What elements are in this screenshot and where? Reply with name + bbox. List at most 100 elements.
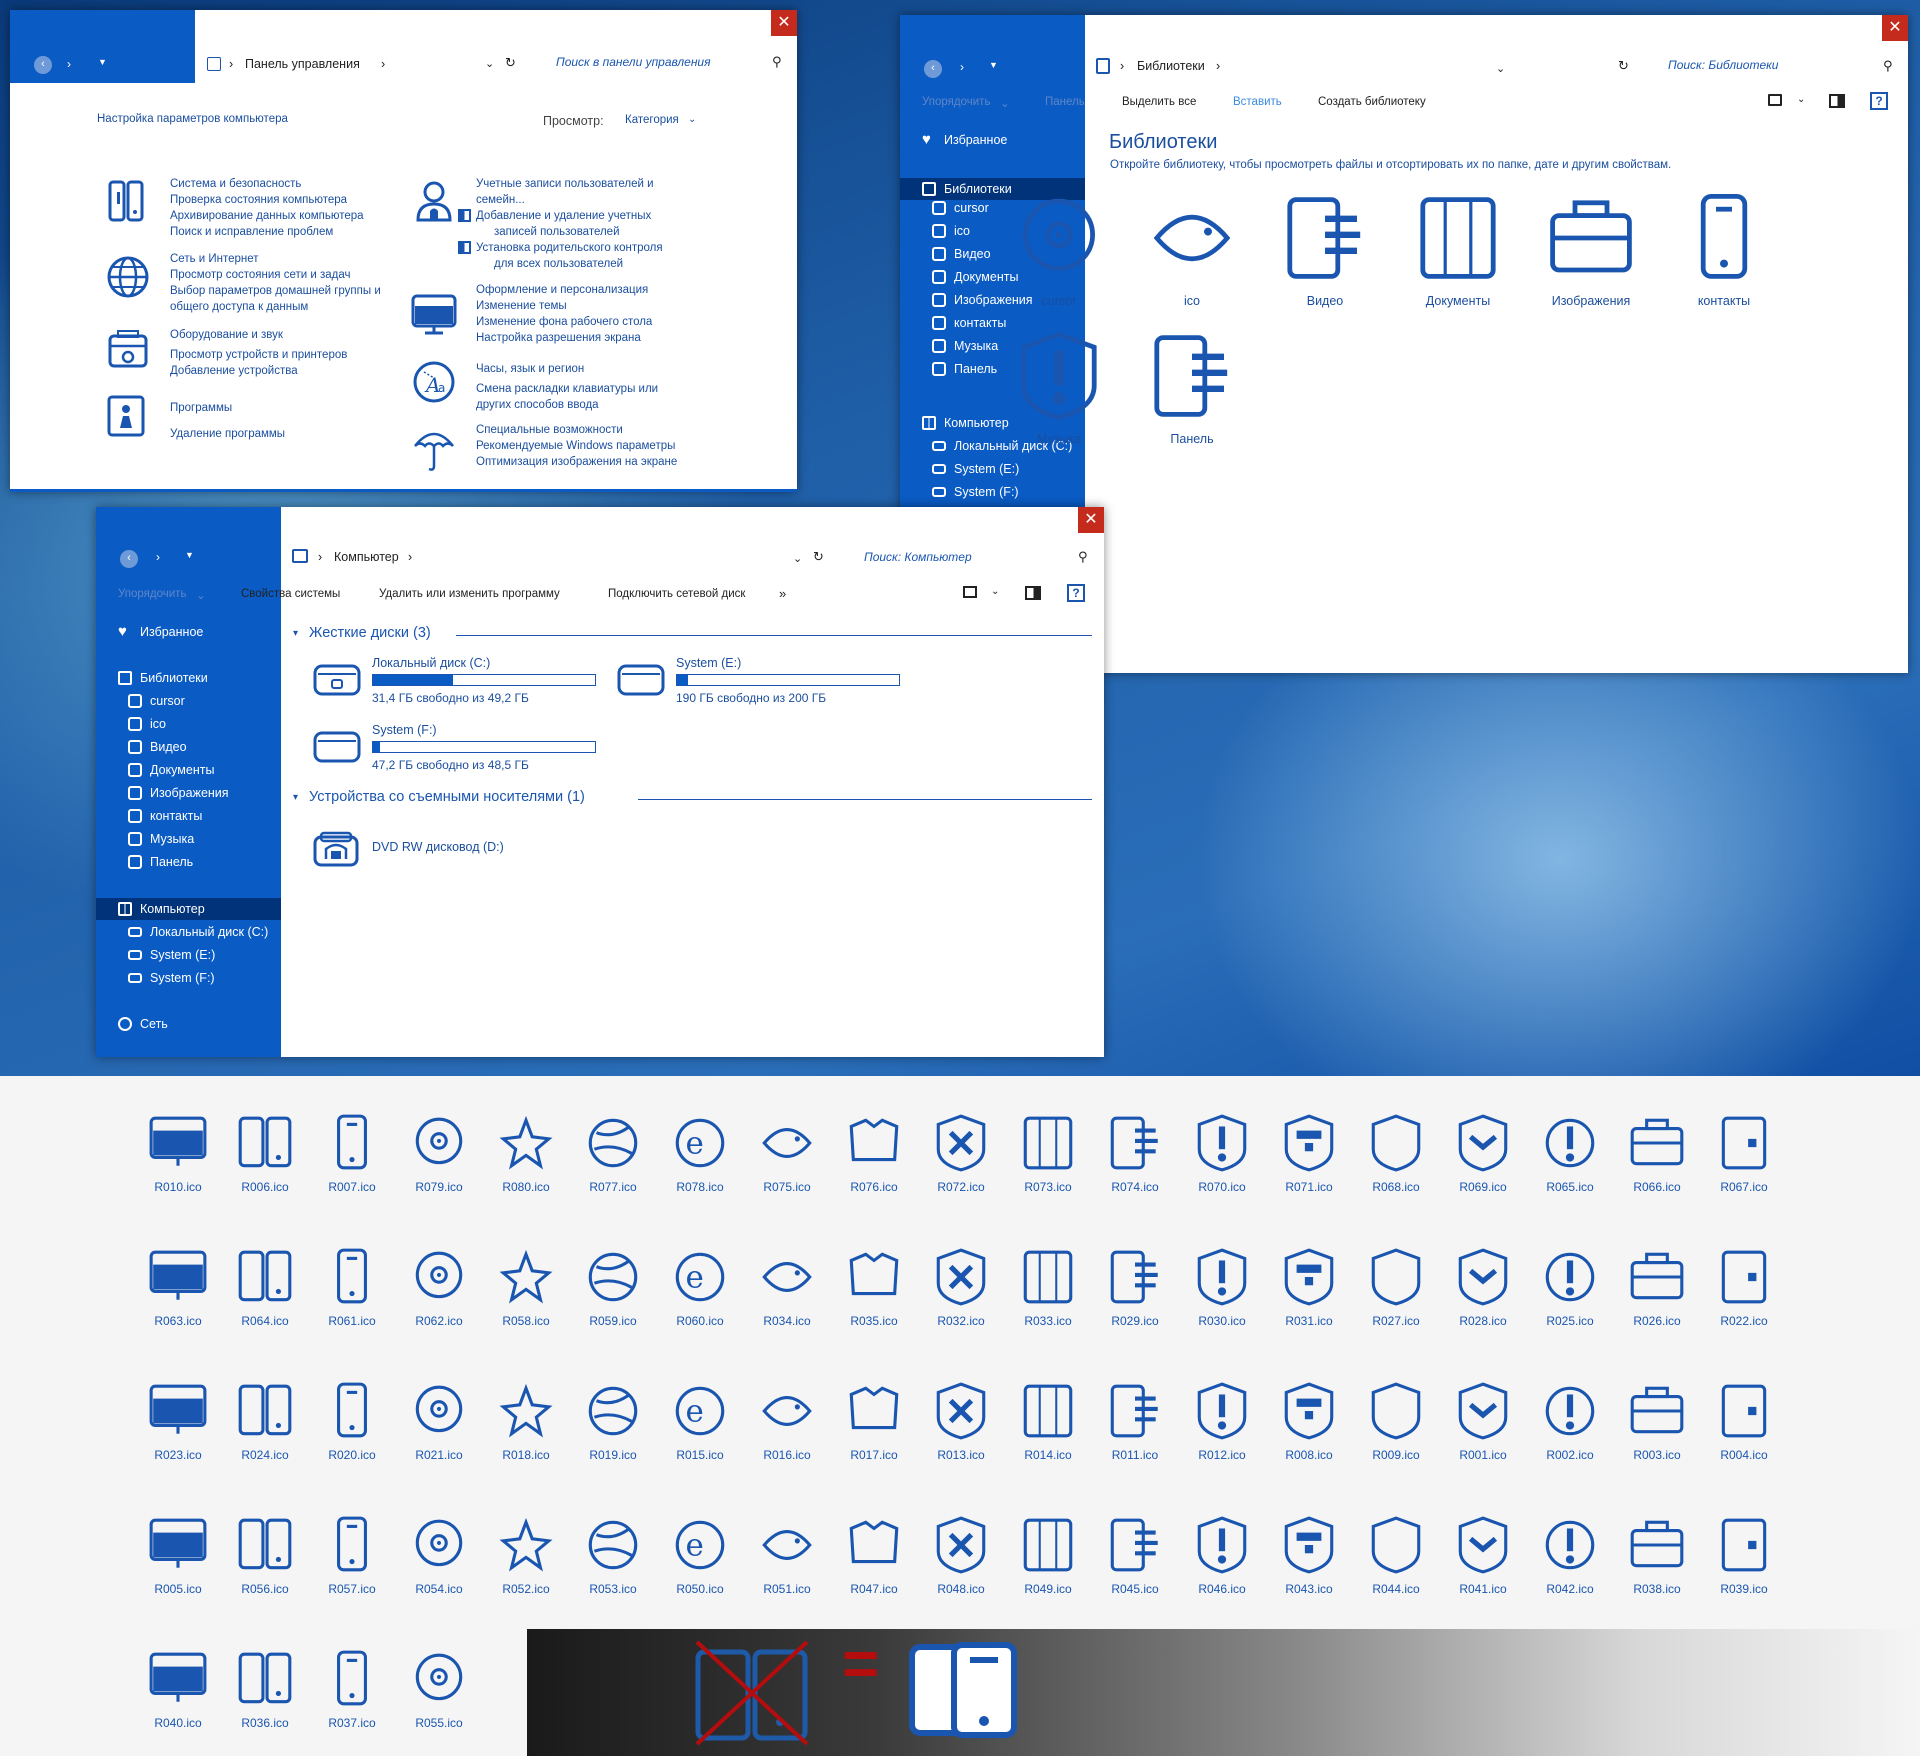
library-tile-5[interactable]: Изображения xyxy=(1536,190,1646,308)
icon-file-r075[interactable]: R075.ico xyxy=(742,1112,832,1194)
icon-file-r061[interactable]: R061.ico xyxy=(307,1246,397,1328)
icon-file-r044[interactable]: R044.ico xyxy=(1351,1514,1441,1596)
organize-menu[interactable]: Упорядочить xyxy=(118,588,186,600)
icon-file-r003[interactable]: R003.ico xyxy=(1612,1380,1702,1462)
category-clock-language[interactable]: Aa xyxy=(412,360,456,404)
sidebar-item-lib-8[interactable]: Панель xyxy=(932,362,997,376)
link-network-internet[interactable]: Сеть и Интернет xyxy=(170,251,381,267)
icon-file-r074[interactable]: R074.ico xyxy=(1090,1112,1180,1194)
help-icon[interactable]: ? xyxy=(1870,92,1888,110)
sidebar-item-lib-1[interactable]: cursor xyxy=(128,694,185,708)
address-dropdown-icon[interactable]: ⌄ xyxy=(793,552,802,565)
icon-file-r072[interactable]: R072.ico xyxy=(916,1112,1006,1194)
close-button[interactable]: ✕ xyxy=(771,10,797,36)
link-recommended-settings[interactable]: Рекомендуемые Windows параметры xyxy=(476,438,677,454)
icon-file-r057[interactable]: R057.ico xyxy=(307,1514,397,1596)
icon-file-r005[interactable]: R005.ico xyxy=(133,1514,223,1596)
search-icon[interactable]: ⚲ xyxy=(1883,58,1893,74)
sidebar-item-favorites[interactable]: ♥ Избранное xyxy=(922,132,1007,147)
link-devices-printers[interactable]: Просмотр устройств и принтеров xyxy=(170,347,347,363)
icon-file-r067[interactable]: R067.ico xyxy=(1699,1112,1789,1194)
icon-file-r053[interactable]: R053.ico xyxy=(568,1514,658,1596)
drive-label[interactable]: System (E:) xyxy=(676,656,741,670)
sidebar-item-lib-2[interactable]: ico xyxy=(932,224,970,238)
icon-file-r055[interactable]: R055.ico xyxy=(394,1648,484,1730)
search-icon[interactable]: ⚲ xyxy=(772,54,782,70)
icon-file-r034[interactable]: R034.ico xyxy=(742,1246,832,1328)
back-button[interactable]: ‹ xyxy=(34,56,52,74)
search-icon[interactable]: ⚲ xyxy=(1078,549,1088,565)
recent-dropdown[interactable]: ▼ xyxy=(989,60,998,70)
icon-file-r016[interactable]: R016.ico xyxy=(742,1380,832,1462)
close-button[interactable]: ✕ xyxy=(1078,507,1104,533)
library-tile-8[interactable]: Панель xyxy=(1137,328,1247,446)
forward-button[interactable]: › xyxy=(67,57,71,71)
sidebar-item-lib-4[interactable]: Документы xyxy=(128,763,214,777)
dvd-drive[interactable] xyxy=(312,829,360,869)
link-optimize-display[interactable]: Оптимизация изображения на экране xyxy=(476,454,677,470)
icon-file-r052[interactable]: R052.ico xyxy=(481,1514,571,1596)
icon-file-r047[interactable]: R047.ico xyxy=(829,1514,919,1596)
icon-file-r041[interactable]: R041.ico xyxy=(1438,1514,1528,1596)
link-user-accounts-cont[interactable]: семейн... xyxy=(476,192,663,208)
preview-pane-icon[interactable] xyxy=(1025,586,1041,600)
icon-file-r032[interactable]: R032.ico xyxy=(916,1246,1006,1328)
library-tile-7[interactable]: Музыка xyxy=(1004,328,1114,446)
icon-file-r004[interactable]: R004.ico xyxy=(1699,1380,1789,1462)
icon-file-r076[interactable]: R076.ico xyxy=(829,1112,919,1194)
back-button[interactable]: ‹ xyxy=(924,60,942,78)
sidebar-item-lib-1[interactable]: cursor xyxy=(932,201,989,215)
icon-file-r008[interactable]: R008.ico xyxy=(1264,1380,1354,1462)
icon-file-r036[interactable]: R036.ico xyxy=(220,1648,310,1730)
link-system-security[interactable]: Система и безопасность xyxy=(170,176,364,192)
icon-file-r030[interactable]: R030.ico xyxy=(1177,1246,1267,1328)
library-tile-6[interactable]: контакты xyxy=(1669,190,1779,308)
category-accessibility[interactable] xyxy=(412,424,456,474)
hdd-section-header[interactable]: Жесткие диски (3) xyxy=(309,625,431,641)
sidebar-item-lib-7[interactable]: Музыка xyxy=(932,339,998,353)
sidebar-item-lib-7[interactable]: Музыка xyxy=(128,832,194,846)
category-network[interactable] xyxy=(106,255,150,299)
hdd-section-toggle[interactable]: ▾ xyxy=(293,628,298,639)
view-options-icon[interactable] xyxy=(1768,94,1782,106)
sidebar-item-lib-3[interactable]: Видео xyxy=(128,740,187,754)
category-appearance[interactable] xyxy=(410,292,458,336)
link-uninstall[interactable]: Удаление программы xyxy=(170,426,285,442)
sidebar-item-lib-2[interactable]: ico xyxy=(128,717,166,731)
recent-dropdown[interactable]: ▼ xyxy=(185,550,194,560)
icon-file-r054[interactable]: R054.ico xyxy=(394,1514,484,1596)
icon-file-r040[interactable]: R040.ico xyxy=(133,1648,223,1730)
address-dropdown-icon[interactable]: ⌄ xyxy=(1496,62,1505,75)
link-homegroup[interactable]: Выбор параметров домашней группы и xyxy=(170,283,381,299)
icon-file-r066[interactable]: R066.ico xyxy=(1612,1112,1702,1194)
icon-file-r069[interactable]: R069.ico xyxy=(1438,1112,1528,1194)
icon-file-r077[interactable]: R077.ico xyxy=(568,1112,658,1194)
hard-drive-1[interactable] xyxy=(312,662,362,698)
library-tile-2[interactable]: ico xyxy=(1137,190,1247,308)
icon-file-r021[interactable]: R021.ico xyxy=(394,1380,484,1462)
icon-file-r033[interactable]: R033.ico xyxy=(1003,1246,1093,1328)
forward-button[interactable]: › xyxy=(156,550,160,564)
sidebar-item-drive-e[interactable]: System (E:) xyxy=(932,462,1019,476)
link-add-remove-users[interactable]: Добавление и удаление учетных xyxy=(458,208,663,224)
icon-file-r002[interactable]: R002.ico xyxy=(1525,1380,1615,1462)
view-dropdown[interactable]: Категория xyxy=(625,114,679,126)
link-accessibility[interactable]: Специальные возможности xyxy=(476,422,677,438)
link-homegroup-cont[interactable]: общего доступа к данным xyxy=(170,299,381,315)
link-appearance[interactable]: Оформление и персонализация xyxy=(476,282,652,298)
view-options-chevron[interactable]: ⌄ xyxy=(991,586,999,597)
icon-file-r071[interactable]: R071.ico xyxy=(1264,1112,1354,1194)
icon-file-r039[interactable]: R039.ico xyxy=(1699,1514,1789,1596)
icon-file-r068[interactable]: R068.ico xyxy=(1351,1112,1441,1194)
sidebar-item-lib-6[interactable]: контакты xyxy=(128,809,202,823)
icon-file-r042[interactable]: R042.ico xyxy=(1525,1514,1615,1596)
uninstall-program-button[interactable]: Удалить или изменить программу xyxy=(379,588,560,600)
icon-file-r017[interactable]: R017.ico xyxy=(829,1380,919,1462)
organize-menu[interactable]: Упорядочить xyxy=(922,96,990,108)
help-icon[interactable]: ? xyxy=(1067,584,1085,602)
link-check-status[interactable]: Проверка состояния компьютера xyxy=(170,192,364,208)
link-network-status[interactable]: Просмотр состояния сети и задач xyxy=(170,267,381,283)
link-troubleshoot[interactable]: Поиск и исправление проблем xyxy=(170,224,364,240)
close-button[interactable]: ✕ xyxy=(1882,15,1908,41)
removable-section-toggle[interactable]: ▾ xyxy=(293,792,298,803)
